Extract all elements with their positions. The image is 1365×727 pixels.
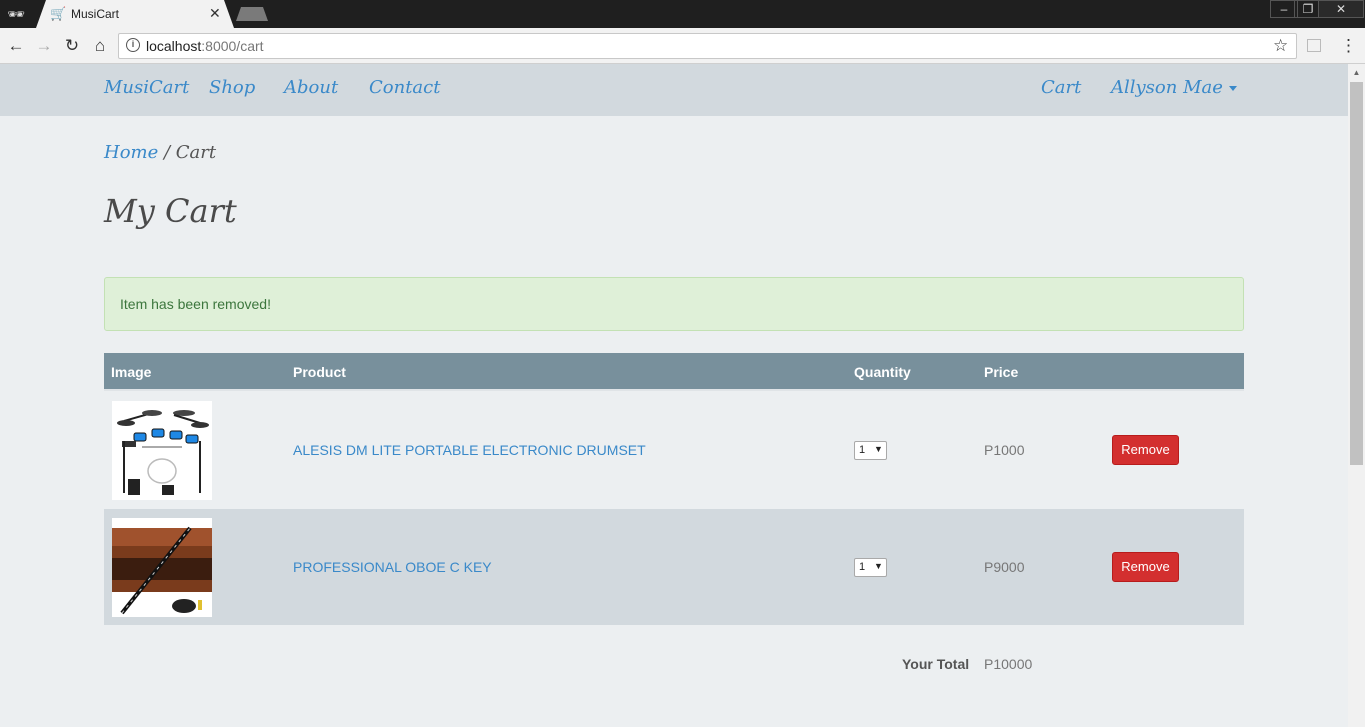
col-header-product: Product	[293, 364, 346, 380]
reload-icon[interactable]: ↻	[62, 36, 82, 56]
incognito-icon: 🕶	[7, 6, 25, 22]
nav-brand-link[interactable]: MusiCart	[104, 77, 189, 98]
total-value: P10000	[984, 656, 1033, 672]
nav-shop-link[interactable]: Shop	[209, 77, 255, 98]
browser-menu-icon[interactable]: ⋮	[1340, 36, 1357, 56]
cart-favicon-icon: 🛒	[50, 6, 67, 21]
url-host: localhost	[146, 38, 202, 54]
url-input[interactable]	[118, 33, 1297, 59]
url-text[interactable]: localhost:8000/cart	[146, 38, 264, 54]
table-row: ALESIS DM LITE PORTABLE ELECTRONIC DRUMS…	[104, 392, 1244, 509]
info-icon[interactable]: i	[126, 38, 140, 52]
user-name: Allyson Mae	[1111, 77, 1223, 98]
cart-table-header: Image Product Quantity Price	[104, 353, 1244, 391]
product-link[interactable]: ALESIS DM LITE PORTABLE ELECTRONIC DRUMS…	[293, 442, 646, 458]
breadcrumb-current: Cart	[175, 142, 217, 163]
oboe-product-image	[112, 518, 212, 617]
dropdown-arrow-icon: ▼	[874, 561, 883, 571]
forward-arrow-icon[interactable]: →	[34, 36, 54, 56]
home-icon[interactable]: ⌂	[90, 36, 110, 56]
product-price: P9000	[984, 559, 1025, 575]
page-title: My Cart	[104, 192, 237, 230]
breadcrumb-separator: /	[158, 142, 176, 163]
col-header-quantity: Quantity	[854, 364, 911, 380]
col-header-image: Image	[111, 364, 152, 380]
user-dropdown[interactable]: Allyson Mae	[1111, 77, 1237, 98]
product-link[interactable]: PROFESSIONAL OBOE C KEY	[293, 559, 492, 575]
dropdown-arrow-icon: ▼	[874, 444, 883, 454]
quantity-value: 1	[859, 444, 866, 456]
remove-button[interactable]: Remove	[1112, 552, 1179, 582]
url-path: :8000/cart	[201, 38, 264, 54]
scrollbar-thumb[interactable]	[1350, 82, 1363, 465]
bookmark-star-icon[interactable]: ☆	[1273, 36, 1288, 56]
drumset-product-image	[112, 401, 212, 500]
quantity-select[interactable]: 1 ▼	[854, 558, 887, 577]
breadcrumb-home-link[interactable]: Home	[104, 142, 158, 163]
success-alert: Item has been removed!	[104, 277, 1244, 331]
breadcrumb: Home / Cart	[104, 142, 216, 163]
new-tab-button[interactable]	[236, 7, 268, 21]
product-price: P1000	[984, 442, 1025, 458]
nav-about-link[interactable]: About	[284, 77, 338, 98]
table-row: PROFESSIONAL OBOE C KEY 1 ▼ P9000 Remove	[104, 509, 1244, 625]
nav-contact-link[interactable]: Contact	[369, 77, 440, 98]
alert-message: Item has been removed!	[120, 296, 271, 312]
remove-button[interactable]: Remove	[1112, 435, 1179, 465]
col-header-price: Price	[984, 364, 1019, 380]
nav-cart-link[interactable]: Cart	[1041, 77, 1081, 98]
window-close-icon[interactable]: ✕	[1318, 0, 1364, 18]
tab-title: MusiCart	[71, 7, 120, 21]
tab-close-icon[interactable]: ✕	[209, 5, 221, 21]
extension-icon[interactable]	[1307, 39, 1321, 52]
quantity-value: 1	[859, 561, 866, 573]
total-label: Your Total	[902, 656, 970, 672]
caret-down-icon	[1228, 85, 1237, 91]
scroll-up-arrow-icon[interactable]: ▲	[1348, 66, 1365, 80]
quantity-select[interactable]: 1 ▼	[854, 441, 887, 460]
back-arrow-icon[interactable]: ←	[6, 36, 26, 56]
